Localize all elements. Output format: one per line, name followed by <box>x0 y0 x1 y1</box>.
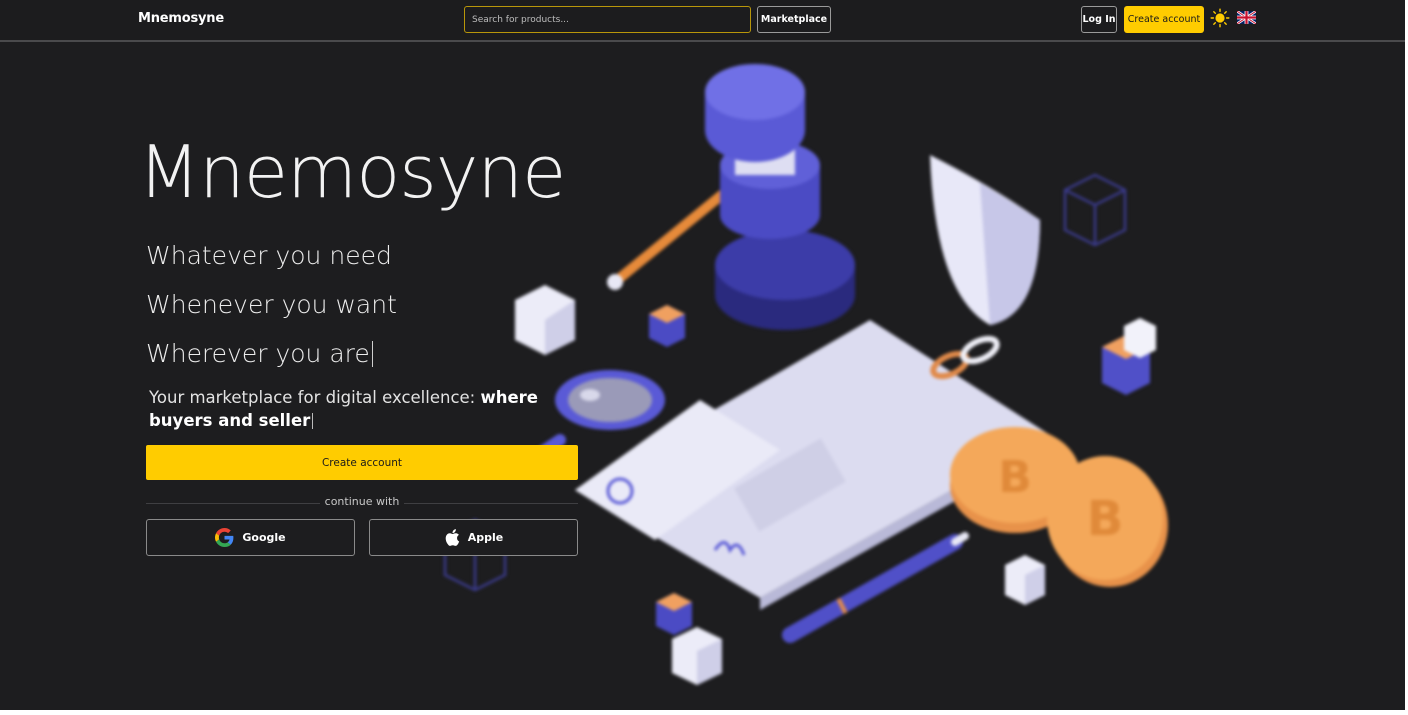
google-icon <box>215 528 234 547</box>
hero-description: Your marketplace for digital excellence:… <box>149 386 579 432</box>
hero-create-account-button[interactable]: Create account <box>146 445 578 480</box>
tagline-3-text: Wherever you are <box>146 339 370 368</box>
apple-label: Apple <box>467 531 504 544</box>
marketplace-button[interactable]: Marketplace <box>757 6 831 33</box>
google-signin-button[interactable]: Google <box>146 519 355 556</box>
text-cursor <box>371 341 373 367</box>
apple-icon <box>445 529 459 546</box>
google-label: Google <box>242 531 286 544</box>
svg-text:B: B <box>1087 491 1124 547</box>
description-plain: Your marketplace for digital excellence: <box>149 388 481 407</box>
page: Mnemosyne Marketplace Log In Create acco… <box>0 0 1405 710</box>
hero-title: Mnemosyne <box>138 130 566 214</box>
divider-left <box>146 503 320 504</box>
search-input[interactable] <box>464 6 751 33</box>
description-cursor <box>312 413 314 429</box>
uk-flag-icon[interactable] <box>1237 11 1256 24</box>
continue-with-label: continue with <box>324 495 400 508</box>
login-button[interactable]: Log In <box>1081 6 1117 33</box>
divider-right <box>404 503 578 504</box>
create-account-button[interactable]: Create account <box>1124 6 1204 33</box>
sun-icon[interactable] <box>1210 8 1230 28</box>
tagline-1: Whatever you need <box>146 241 392 270</box>
apple-signin-button[interactable]: Apple <box>369 519 578 556</box>
tagline-2: Whenever you want <box>146 290 397 319</box>
svg-text:B: B <box>998 452 1032 503</box>
tagline-3: Wherever you are <box>146 339 373 368</box>
top-navbar: Mnemosyne Marketplace Log In Create acco… <box>0 0 1405 42</box>
site-logo[interactable]: Mnemosyne <box>138 11 224 26</box>
